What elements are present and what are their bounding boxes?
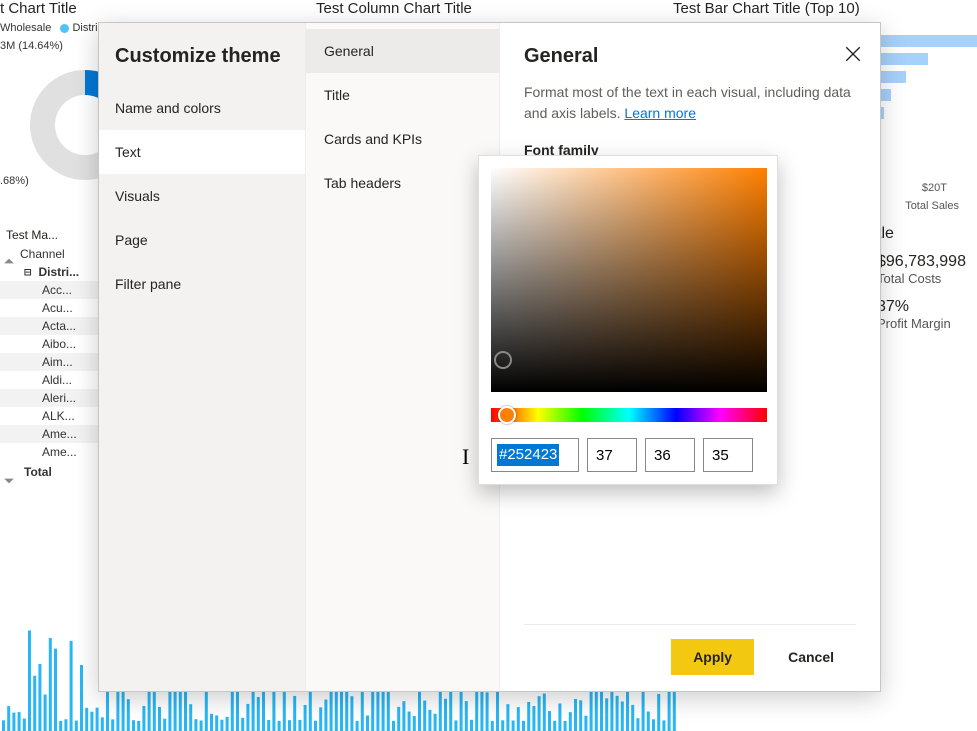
matrix-visual: Test Ma... Channel ⊟ Distri... Acc... Ac… [0, 225, 105, 481]
kpi-title-suffix: tle [877, 225, 977, 243]
nav-name-and-colors[interactable]: Name and colors [99, 86, 305, 130]
cancel-button[interactable]: Cancel [766, 639, 856, 675]
subnav-cards-kpis[interactable]: Cards and KPIs [306, 117, 499, 161]
saturation-value-field[interactable] [491, 168, 767, 392]
table-row: Acu... [0, 299, 105, 317]
blue-input[interactable] [703, 438, 753, 472]
subnav-title[interactable]: Title [306, 73, 499, 117]
table-row: ALK... [0, 407, 105, 425]
kpi-value: $96,783,998 [877, 253, 977, 271]
learn-more-link[interactable]: Learn more [624, 105, 696, 121]
hue-slider[interactable] [491, 408, 767, 422]
sv-handle[interactable] [494, 351, 512, 369]
green-input[interactable] [645, 438, 695, 472]
bar-chart [867, 35, 977, 125]
apply-button[interactable]: Apply [671, 639, 754, 675]
scroll-down-icon[interactable] [3, 475, 15, 487]
table-row: Aldi... [0, 371, 105, 389]
scroll-up-icon[interactable] [3, 255, 15, 267]
subnav-general[interactable]: General [306, 29, 499, 73]
table-row: Ame... [0, 443, 105, 461]
donut-label-top: 3M (14.64%) [0, 40, 63, 52]
kpi-card: tle $96,783,998 Total Costs 37% Profit M… [877, 225, 977, 343]
kpi-label: Profit Margin [877, 316, 977, 331]
panel-title: General [524, 45, 856, 68]
table-row: Aleri... [0, 389, 105, 407]
nav-filter-pane[interactable]: Filter pane [99, 262, 305, 306]
subnav-tab-headers[interactable]: Tab headers [306, 161, 499, 205]
dialog-subnav: General Title Cards and KPIs Tab headers [306, 23, 500, 691]
kpi-label: Total Costs [877, 271, 977, 286]
column-chart-title: Test Column Chart Title [316, 0, 472, 17]
color-inputs: #252423 [491, 438, 765, 472]
bar-axis-label: Total Sales [905, 200, 959, 212]
pie-chart-title: t Chart Title [0, 0, 77, 17]
close-icon[interactable] [844, 45, 862, 63]
matrix-title: Test Ma... [0, 225, 105, 245]
table-row: Aim... [0, 353, 105, 371]
bar-axis-tick: $20T [922, 182, 947, 194]
dialog-nav: Customize theme Name and colors Text Vis… [99, 23, 306, 691]
color-picker-popover: #252423 [478, 155, 778, 485]
nav-page[interactable]: Page [99, 218, 305, 262]
hex-input[interactable] [491, 438, 579, 472]
legend-wholesale: Wholesale Distri... [0, 22, 107, 34]
nav-visuals[interactable]: Visuals [99, 174, 305, 218]
table-row: Acc... [0, 281, 105, 299]
panel-description: Format most of the text in each visual, … [524, 82, 856, 124]
donut-label-bottom: .68%) [0, 175, 29, 187]
table-row: Acta... [0, 317, 105, 335]
dialog-footer: Apply Cancel [524, 624, 856, 675]
kpi-value: 37% [877, 298, 977, 316]
matrix-total: Total [0, 463, 105, 481]
matrix-header: Channel [0, 245, 105, 263]
bar-chart-title: Test Bar Chart Title (Top 10) [673, 0, 860, 17]
table-row: Aibo... [0, 335, 105, 353]
hue-handle[interactable] [498, 406, 516, 424]
table-row: Ame... [0, 425, 105, 443]
dialog-title: Customize theme [99, 23, 305, 86]
table-row: ⊟ Distri... [0, 263, 105, 281]
red-input[interactable] [587, 438, 637, 472]
nav-text[interactable]: Text [99, 130, 305, 174]
